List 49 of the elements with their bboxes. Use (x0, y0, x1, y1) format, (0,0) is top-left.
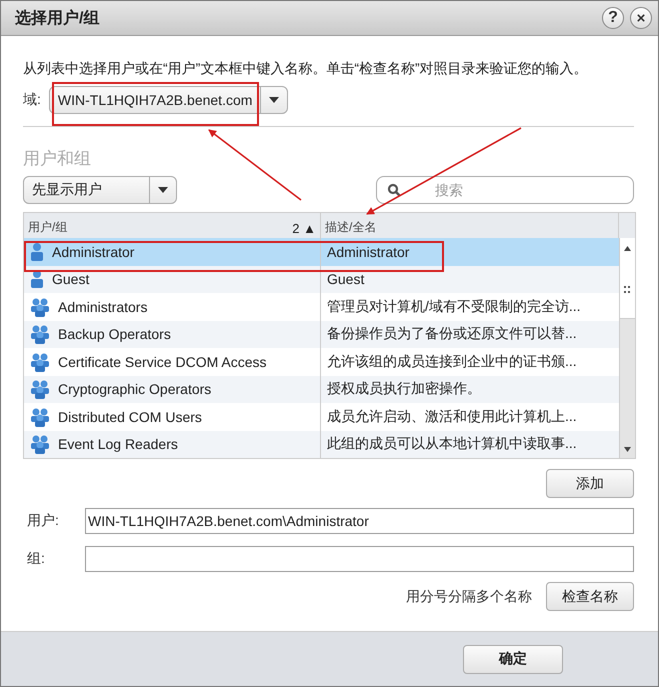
scrollbar[interactable] (619, 238, 635, 458)
table-cell: Backup Operators (24, 320, 321, 348)
close-button[interactable]: × (630, 7, 652, 29)
groups-field[interactable] (85, 546, 634, 572)
grip-icon (624, 286, 630, 294)
check-names-button[interactable]: 检查名称 (546, 582, 634, 611)
scroll-up-icon[interactable] (624, 246, 631, 251)
caret-icon (158, 187, 168, 193)
caret-icon (269, 97, 280, 103)
search-field[interactable]: 搜索 (376, 176, 634, 204)
groups-label: 组: (26, 550, 46, 568)
table-cell-text: 管理员对计算机/域有不受限制的完全访... (326, 296, 582, 316)
table-cell-text: Administrator (326, 242, 410, 262)
user-icon (30, 269, 44, 290)
domain-dropdown[interactable]: WIN-TL1HQIH7A2B.benet.com (48, 86, 288, 114)
user-icon (30, 242, 44, 262)
instruction-text: 从列表中选择用户或在“用户”文本框中键入名称。单击“检查名称”对照目录来验证您的输入。 (23, 60, 589, 78)
users-icon (30, 379, 50, 400)
table-row[interactable]: Administrator Administrator (24, 238, 619, 266)
table-row[interactable]: Event Log Readers 此组的成员可以从本地计算机中读取事... (24, 430, 619, 458)
users-icon (30, 296, 50, 317)
table-row[interactable]: Guest Guest (24, 266, 619, 293)
table-cell-text: 允许该组的成员连接到企业中的证书颁... (326, 352, 578, 371)
filter-dropdown[interactable]: 先显示用户 (23, 176, 177, 204)
users-icon (30, 406, 50, 427)
table-cell-text: 备份操作员为了备份或还原文件可以替... (326, 324, 578, 344)
scroll-down-icon[interactable] (624, 447, 631, 452)
table-cell-text: 授权成员执行加密操作。 (326, 379, 482, 398)
users-icon (30, 434, 50, 454)
users-icon (30, 352, 50, 372)
add-button[interactable]: 添加 (546, 469, 634, 498)
table-cell-text: Guest (326, 270, 366, 290)
table-cell: Cryptographic Operators (24, 376, 321, 403)
table-cell: Event Log Readers (24, 430, 321, 458)
window-title: 选择用户/组 (15, 8, 100, 28)
table-cell-text: 此组的成员可以从本地计算机中读取事... (326, 434, 578, 454)
help-button[interactable]: ? (602, 7, 624, 29)
table-row[interactable]: Backup Operators 备份操作员为了备份或还原文件可以替... (24, 320, 619, 348)
users-icon (30, 324, 50, 344)
hint-text: 用分号分隔多个名称 (406, 588, 532, 606)
search-icon (387, 183, 401, 197)
table-row[interactable]: Cryptographic Operators 授权成员执行加密操作。 (24, 376, 619, 403)
table-cell-text: 成员允许启动、激活和使用此计算机上... (326, 406, 578, 426)
users-label: 用户: (26, 512, 60, 530)
table-cell: Guest (24, 266, 321, 293)
ok-button[interactable]: 确定 (463, 644, 563, 674)
domain-label: 域: (23, 91, 41, 109)
users-field[interactable]: WIN-TL1HQIH7A2B.benet.com\Administrator (85, 508, 634, 534)
section-title: 用户和组 (23, 148, 92, 170)
